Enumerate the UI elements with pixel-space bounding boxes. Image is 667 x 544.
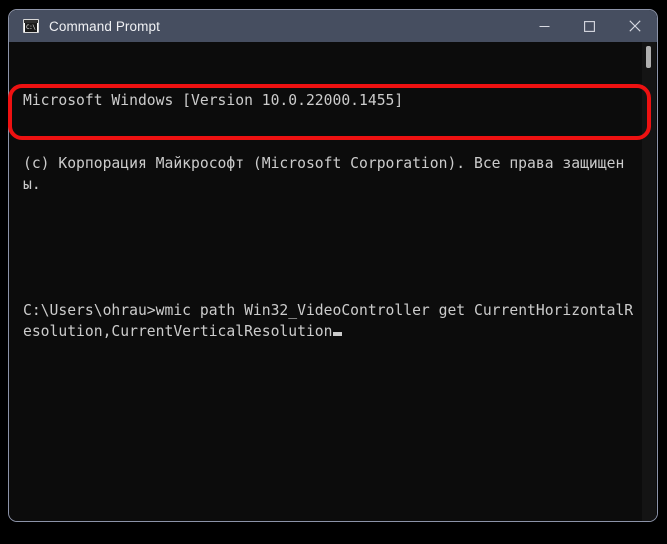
command-prompt-window[interactable]: C:\ Command Prompt Microsoft Windows [Ve…: [8, 9, 658, 522]
desktop-background: C:\ Command Prompt Microsoft Windows [Ve…: [0, 0, 667, 544]
terminal-surface[interactable]: Microsoft Windows [Version 10.0.22000.14…: [9, 42, 657, 521]
close-button[interactable]: [612, 10, 657, 42]
maximize-button[interactable]: [567, 10, 612, 42]
output-line: Microsoft Windows [Version 10.0.22000.14…: [23, 92, 404, 109]
text-cursor: [332, 332, 342, 336]
prompt-string: C:\Users\ohrau>: [23, 302, 156, 319]
command-line: C:\Users\ohrau>wmic path Win32_VideoCont…: [23, 300, 637, 342]
minimize-button[interactable]: [522, 10, 567, 42]
window-controls: [522, 10, 657, 42]
console-icon-glyph: C:\: [25, 23, 37, 32]
terminal-scrollbar[interactable]: [642, 42, 656, 521]
maximize-icon: [584, 20, 595, 32]
title-bar[interactable]: C:\ Command Prompt: [9, 10, 657, 42]
terminal-output: Microsoft Windows [Version 10.0.22000.14…: [9, 48, 657, 384]
close-icon: [628, 20, 641, 32]
console-icon: C:\: [23, 19, 39, 33]
window-title: Command Prompt: [49, 18, 160, 34]
output-line: (c) Корпорация Майкрософт (Microsoft Cor…: [23, 155, 625, 193]
minimize-icon: [539, 25, 550, 27]
scrollbar-thumb[interactable]: [646, 46, 651, 68]
